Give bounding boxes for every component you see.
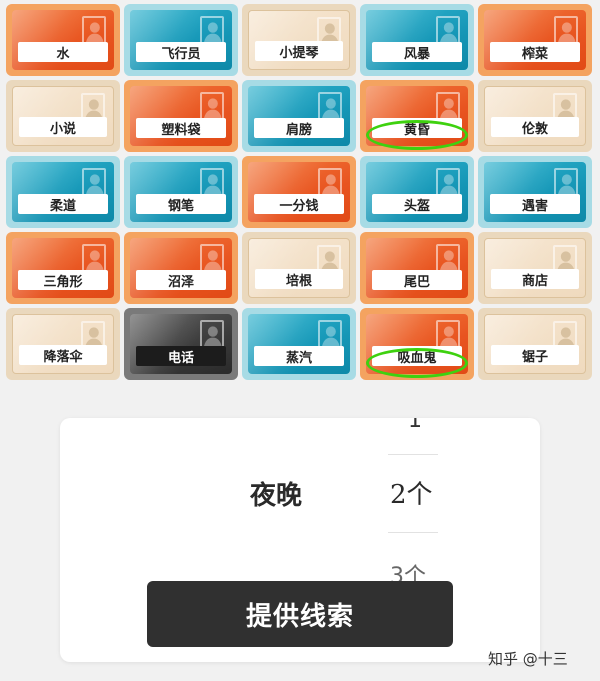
card-word-label: 柔道 — [18, 194, 108, 214]
card-face: 钢笔 — [130, 162, 232, 222]
card-word-label: 遇害 — [490, 194, 580, 214]
card-word-label: 吸血鬼 — [372, 346, 462, 366]
picker-divider — [388, 454, 438, 455]
word-card[interactable]: 钢笔 — [124, 156, 238, 228]
word-card-grid: 水 飞行员 小提琴 风暴 榨菜小说 塑料袋 肩膀 黄昏 伦敦柔道 钢笔 一分钱 头盔 遇害三角形 沼泽 培根… — [6, 4, 594, 382]
word-card[interactable]: 柔道 — [6, 156, 120, 228]
word-card[interactable]: 水 — [6, 4, 120, 76]
card-face: 黄昏 — [366, 86, 468, 146]
card-face: 蒸汽 — [248, 314, 350, 374]
word-card[interactable]: 尾巴 — [360, 232, 474, 304]
word-card[interactable]: 飞行员 — [124, 4, 238, 76]
word-card[interactable]: 降落伞 — [6, 308, 120, 380]
word-card[interactable]: 头盔 — [360, 156, 474, 228]
word-card[interactable]: 吸血鬼 — [360, 308, 474, 380]
card-face: 肩膀 — [248, 86, 350, 146]
card-face: 小说 — [12, 86, 114, 146]
word-card[interactable]: 榨菜 — [478, 4, 592, 76]
word-card[interactable]: 肩膀 — [242, 80, 356, 152]
card-face: 遇害 — [484, 162, 586, 222]
card-word-label: 降落伞 — [19, 345, 107, 365]
count-option-selected[interactable]: 2个 — [390, 474, 433, 511]
card-face: 吸血鬼 — [366, 314, 468, 374]
card-word-label: 蒸汽 — [254, 346, 344, 366]
card-word-label: 尾巴 — [372, 270, 462, 290]
card-face: 一分钱 — [248, 162, 350, 222]
card-word-label: 伦敦 — [491, 117, 579, 137]
card-face: 伦敦 — [484, 86, 586, 146]
card-word-label: 锯子 — [491, 345, 579, 365]
card-face: 塑料袋 — [130, 86, 232, 146]
card-word-label: 塑料袋 — [136, 118, 226, 138]
card-face: 锯子 — [484, 314, 586, 374]
card-word-label: 三角形 — [18, 270, 108, 290]
card-face: 榨菜 — [484, 10, 586, 70]
count-option-above[interactable]: 1 — [408, 418, 422, 433]
card-face: 水 — [12, 10, 114, 70]
word-card[interactable]: 小说 — [6, 80, 120, 152]
word-card[interactable]: 电话 — [124, 308, 238, 380]
card-face: 头盔 — [366, 162, 468, 222]
card-word-label: 小提琴 — [255, 41, 343, 61]
card-face: 小提琴 — [248, 10, 350, 70]
card-word-label: 水 — [18, 42, 108, 62]
word-card[interactable]: 沼泽 — [124, 232, 238, 304]
word-card[interactable]: 伦敦 — [478, 80, 592, 152]
card-word-label: 钢笔 — [136, 194, 226, 214]
card-face: 沼泽 — [130, 238, 232, 298]
card-word-label: 商店 — [491, 269, 579, 289]
card-face: 尾巴 — [366, 238, 468, 298]
word-card[interactable]: 锯子 — [478, 308, 592, 380]
card-face: 培根 — [248, 238, 350, 298]
submit-clue-button[interactable]: 提供线索 — [147, 581, 453, 647]
card-word-label: 一分钱 — [254, 194, 344, 214]
card-word-label: 肩膀 — [254, 118, 344, 138]
count-picker[interactable]: 1 2个 3个 — [382, 418, 438, 588]
card-word-label: 电话 — [136, 346, 226, 366]
word-card[interactable]: 培根 — [242, 232, 356, 304]
word-card[interactable]: 风暴 — [360, 4, 474, 76]
clue-word[interactable]: 夜晚 — [250, 475, 302, 512]
card-word-label: 黄昏 — [372, 118, 462, 138]
word-card[interactable]: 黄昏 — [360, 80, 474, 152]
word-card[interactable]: 三角形 — [6, 232, 120, 304]
picker-divider — [388, 532, 438, 533]
card-word-label: 培根 — [255, 269, 343, 289]
watermark: 知乎 @十三 — [488, 650, 568, 668]
card-face: 三角形 — [12, 238, 114, 298]
word-card[interactable]: 一分钱 — [242, 156, 356, 228]
card-word-label: 风暴 — [372, 42, 462, 62]
card-face: 电话 — [130, 314, 232, 374]
word-card[interactable]: 蒸汽 — [242, 308, 356, 380]
card-face: 风暴 — [366, 10, 468, 70]
card-face: 柔道 — [12, 162, 114, 222]
word-card[interactable]: 商店 — [478, 232, 592, 304]
card-word-label: 头盔 — [372, 194, 462, 214]
word-card[interactable]: 小提琴 — [242, 4, 356, 76]
card-face: 降落伞 — [12, 314, 114, 374]
card-word-label: 飞行员 — [136, 42, 226, 62]
word-card[interactable]: 塑料袋 — [124, 80, 238, 152]
clue-panel: 夜晚 1 2个 3个 提供线索 — [60, 418, 540, 662]
word-card[interactable]: 遇害 — [478, 156, 592, 228]
card-word-label: 沼泽 — [136, 270, 226, 290]
card-word-label: 榨菜 — [490, 42, 580, 62]
card-face: 商店 — [484, 238, 586, 298]
card-face: 飞行员 — [130, 10, 232, 70]
card-word-label: 小说 — [19, 117, 107, 137]
